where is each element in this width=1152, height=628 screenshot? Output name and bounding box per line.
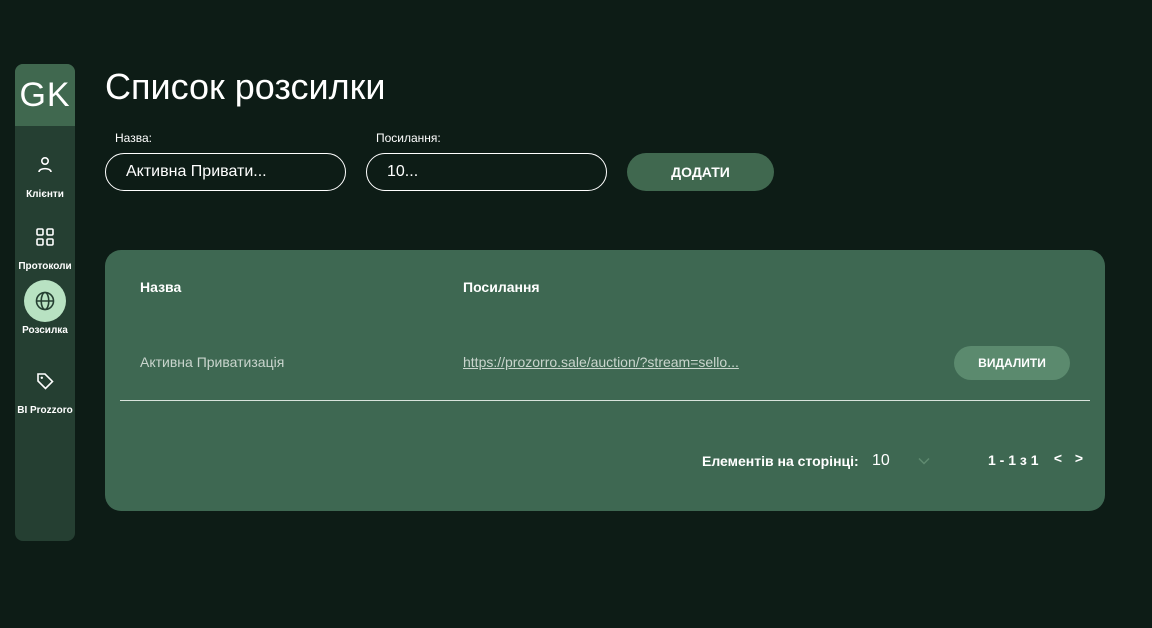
avatar[interactable]: GK xyxy=(15,64,75,126)
tag-icon xyxy=(24,360,66,402)
link-field-label: Посилання: xyxy=(376,131,441,145)
sidebar-item-bi-prozzoro[interactable]: BI Prozzoro xyxy=(15,360,75,416)
name-field[interactable] xyxy=(105,153,346,191)
name-field-label: Назва: xyxy=(115,131,152,145)
column-header-name: Назва xyxy=(140,279,182,295)
sidebar: GK Клієнти Протоколи Розсилка BI Prozzor… xyxy=(15,64,75,541)
items-per-page-label: Елементів на сторінці: xyxy=(702,453,859,469)
sidebar-item-label: Клієнти xyxy=(26,189,64,200)
sidebar-item-label: Розсилка xyxy=(22,325,68,336)
sidebar-item-label: Протоколи xyxy=(18,261,72,272)
items-per-page-select[interactable]: 10 xyxy=(872,449,930,473)
column-header-link: Посилання xyxy=(463,279,540,295)
mailing-table: Назва Посилання Активна Приватизація htt… xyxy=(105,250,1105,511)
avatar-initials: GK xyxy=(19,75,71,114)
sidebar-item-clients[interactable]: Клієнти xyxy=(15,144,75,200)
sidebar-item-protocols[interactable]: Протоколи xyxy=(15,216,75,272)
page-title: Список розсилки xyxy=(105,66,386,107)
delete-button[interactable]: ВИДАЛИТИ xyxy=(954,346,1070,380)
sidebar-item-label: BI Prozzoro xyxy=(17,405,73,416)
row-divider xyxy=(120,400,1090,401)
items-per-page-value: 10 xyxy=(872,452,890,469)
next-page-button[interactable]: > xyxy=(1072,450,1086,466)
user-icon xyxy=(24,144,66,186)
link-field[interactable] xyxy=(366,153,607,191)
previous-page-button[interactable]: < xyxy=(1051,450,1065,466)
add-button[interactable]: ДОДАТИ xyxy=(627,153,774,191)
sidebar-item-mailing[interactable]: Розсилка xyxy=(15,280,75,336)
page-range: 1 - 1 з 1 xyxy=(988,452,1039,468)
grid-icon xyxy=(24,216,66,258)
row-name: Активна Приватизація xyxy=(140,354,285,370)
chevron-down-icon xyxy=(918,457,930,465)
globe-icon xyxy=(24,280,66,322)
row-link[interactable]: https://prozorro.sale/auction/?stream=se… xyxy=(463,354,739,370)
